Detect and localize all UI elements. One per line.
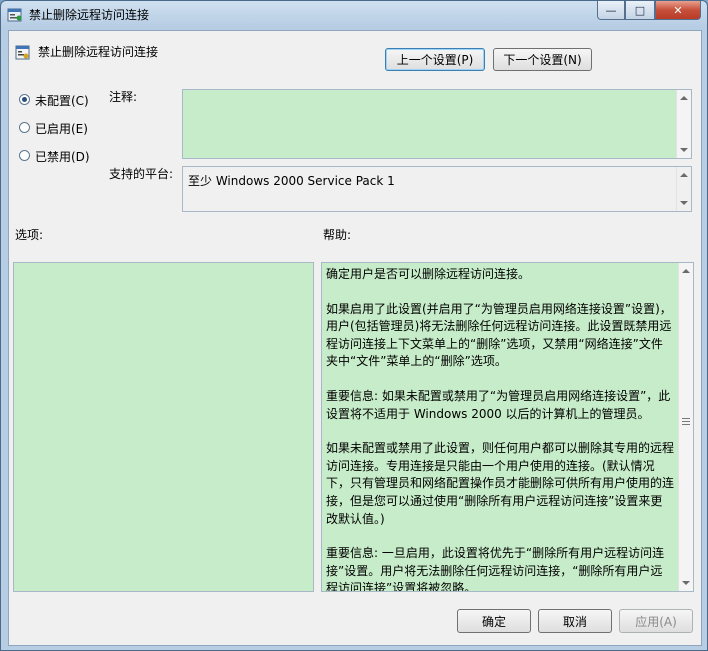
platform-label: 支持的平台:: [109, 167, 174, 181]
scroll-thumb-grip[interactable]: [682, 418, 690, 419]
radio-enabled-label[interactable]: 已启用(E): [35, 120, 88, 137]
comment-textarea[interactable]: [182, 89, 692, 159]
apply-button[interactable]: 应用(A): [619, 609, 693, 633]
dialog-window: 禁止删除远程访问连接 — □ ✕ 禁止删除远程访问连接 上一个设置(P) 下一个…: [0, 0, 708, 651]
help-text: 确定用户是否可以删除远程访问连接。 如果启用了此设置(并启用了“为管理员启用网络…: [326, 266, 675, 592]
comment-scrollbar[interactable]: [676, 90, 691, 158]
help-label: 帮助:: [323, 228, 352, 242]
window-title: 禁止删除远程访问连接: [29, 8, 150, 22]
prev-setting-button[interactable]: 上一个设置(P): [385, 48, 485, 71]
help-paragraph: 重要信息: 如果未配置或禁用了“为管理员启用网络连接设置”，此设置将不适用于 W…: [326, 388, 671, 421]
platform-value: 至少 Windows 2000 Service Pack 1: [188, 174, 395, 188]
help-panel: 确定用户是否可以删除远程访问连接。 如果启用了此设置(并启用了“为管理员启用网络…: [321, 262, 694, 592]
scroll-thumb-grip[interactable]: [682, 424, 690, 425]
radio-not-configured-label[interactable]: 未配置(C): [35, 92, 89, 109]
dialog-client: 禁止删除远程访问连接 上一个设置(P) 下一个设置(N) 未配置(C) 已启用(…: [8, 30, 702, 646]
scroll-down-icon[interactable]: [680, 201, 688, 205]
options-panel: [13, 262, 314, 592]
help-paragraph: 重要信息: 一旦启用，此设置将优先于“删除所有用户远程访问连接”设置。用户将无法…: [326, 546, 665, 592]
scroll-down-icon[interactable]: [680, 148, 688, 152]
scroll-down-icon[interactable]: [682, 581, 690, 585]
setting-name: 禁止删除远程访问连接: [38, 45, 159, 59]
radio-disabled-label[interactable]: 已禁用(D): [35, 148, 90, 165]
policy-icon: [7, 8, 22, 22]
ok-button[interactable]: 确定: [457, 609, 531, 633]
help-paragraph: 如果启用了此设置(并启用了“为管理员启用网络连接设置”设置)，用户(包括管理员)…: [326, 301, 672, 369]
maximize-button[interactable]: □: [625, 1, 655, 20]
scroll-up-icon[interactable]: [682, 269, 690, 273]
scroll-up-icon[interactable]: [680, 96, 688, 100]
help-paragraph: 如果未配置或禁用了此设置，则任何用户都可以删除其专用的远程访问连接。专用连接是只…: [326, 441, 675, 526]
minimize-icon: —: [605, 3, 617, 17]
help-scrollbar[interactable]: [678, 263, 693, 591]
close-button[interactable]: ✕: [655, 1, 701, 20]
maximize-icon: □: [634, 3, 646, 17]
scroll-up-icon[interactable]: [680, 173, 688, 177]
next-setting-button[interactable]: 下一个设置(N): [493, 48, 592, 71]
radio-disabled[interactable]: [19, 150, 30, 161]
close-icon: ✕: [673, 3, 683, 17]
options-label: 选项:: [15, 228, 44, 242]
help-paragraph: 确定用户是否可以删除远程访问连接。: [326, 267, 531, 281]
scroll-thumb-grip[interactable]: [682, 421, 690, 422]
comment-label: 注释:: [109, 90, 138, 104]
platform-scrollbar[interactable]: [676, 167, 691, 211]
radio-not-configured[interactable]: [19, 94, 30, 105]
minimize-button[interactable]: —: [597, 1, 625, 20]
setting-icon: [15, 45, 30, 60]
caption-buttons: — □ ✕: [597, 1, 701, 20]
title-bar[interactable]: 禁止删除远程访问连接 — □ ✕: [1, 1, 707, 29]
radio-enabled[interactable]: [19, 122, 30, 133]
cancel-button[interactable]: 取消: [538, 609, 612, 633]
platform-box: 至少 Windows 2000 Service Pack 1: [182, 166, 692, 212]
